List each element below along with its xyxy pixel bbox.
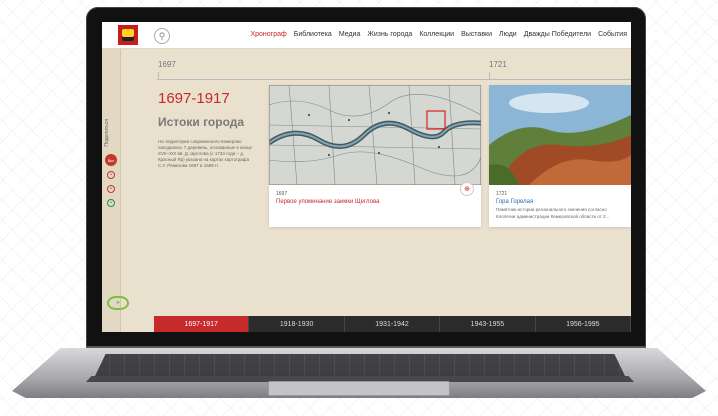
card-year: 1721 (496, 191, 508, 197)
city-logo[interactable] (118, 25, 138, 45)
main-nav: Хронограф Библиотека Медиа Жизнь города … (250, 31, 627, 38)
share-label: Поделиться (104, 119, 110, 147)
nav-item-media[interactable]: Медиа (339, 31, 361, 38)
hill-photo (489, 85, 631, 185)
timeline-tab[interactable]: 1943-1955 (440, 316, 536, 332)
timeline-tab[interactable]: 1918-1930 (249, 316, 345, 332)
share-icon[interactable]: • (107, 171, 115, 179)
card-subtext: Коллегии администрации Кемеровской облас… (496, 214, 610, 219)
accessibility-eye-icon[interactable]: ● (107, 296, 129, 310)
section-title: Истоки города (158, 115, 245, 129)
event-card[interactable]: 1721 Гора Горелая Памятник истории регио… (489, 85, 631, 227)
timeline-tab[interactable]: 1931-1942 (345, 316, 441, 332)
nav-item-people[interactable]: Люди (499, 31, 517, 38)
card-title[interactable]: Гора Горелая (496, 199, 533, 205)
card-subtext: Памятник истории регионального значения … (496, 207, 607, 212)
section-description: На территории современного Кемерово нахо… (158, 139, 252, 168)
nav-item-library[interactable]: Библиотека (294, 31, 332, 38)
period-heading: 1697-1917 (158, 90, 230, 107)
globe-icon[interactable]: • (107, 185, 115, 193)
trackpad (268, 381, 450, 396)
period-timeline: 1697-1917 1918-1930 1931-1942 1943-1955 … (154, 316, 631, 332)
nav-item-exhibitions[interactable]: Выставки (461, 31, 492, 38)
search-icon[interactable]: ⚲ (154, 28, 170, 44)
left-rail: Поделиться Вкс • • • (102, 49, 121, 332)
card-year: 1697 (276, 191, 288, 197)
keyboard (95, 354, 625, 376)
nav-item-twice-winners[interactable]: Дважды Победители (524, 31, 591, 38)
card-title[interactable]: Первое упоминание заимки Щеглова (276, 199, 379, 205)
historical-map-image (269, 85, 481, 185)
event-card[interactable]: ⊕ 1697 Первое упоминание заимки Щеглова (269, 85, 481, 227)
nav-item-events[interactable]: События (598, 31, 627, 38)
vk-badge[interactable]: Вкс (105, 154, 117, 166)
nav-item-chronograph[interactable]: Хронограф (250, 31, 286, 38)
timeline-tab[interactable]: 1956-1995 (536, 316, 631, 332)
nav-item-collections[interactable]: Коллекции (419, 31, 454, 38)
screen: ⚲ Хронограф Библиотека Медиа Жизнь город… (102, 22, 631, 332)
zoom-icon[interactable]: ⊕ (460, 182, 474, 196)
site-header: ⚲ Хронограф Библиотека Медиа Жизнь город… (102, 22, 631, 49)
timeline-tab[interactable]: 1697-1917 (154, 316, 250, 332)
ruler-year-right: 1721 (489, 60, 507, 69)
ruler-year-left: 1697 (158, 60, 176, 69)
year-ruler (157, 79, 631, 80)
messenger-icon[interactable]: • (107, 199, 115, 207)
nav-item-city-life[interactable]: Жизнь города (367, 31, 412, 38)
